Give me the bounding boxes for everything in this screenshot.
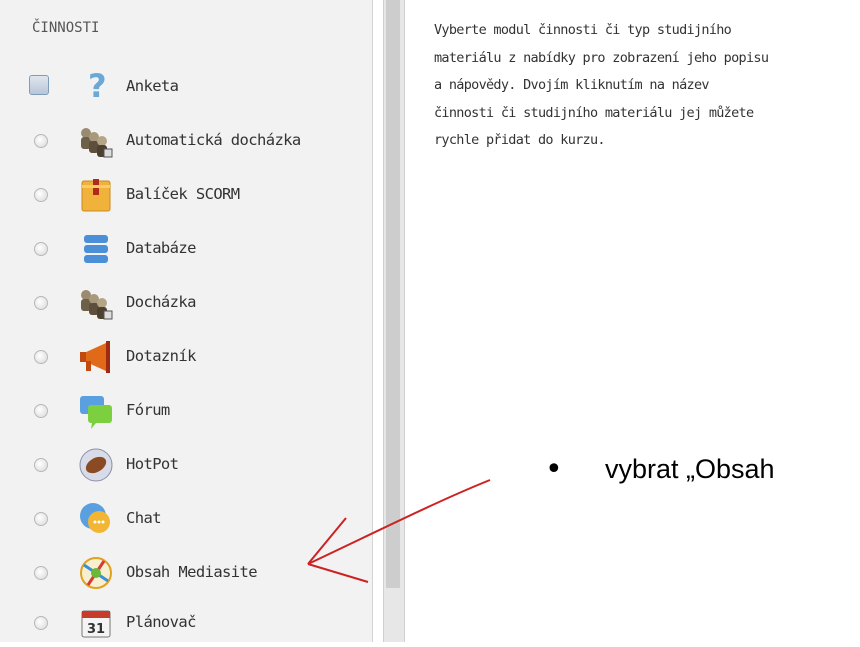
activity-label: Balíček SCORM	[126, 185, 240, 203]
people-icon	[76, 121, 116, 161]
radio-button[interactable]	[34, 458, 48, 472]
activity-label: Docházka	[126, 293, 196, 311]
activity-label: Obsah Mediasite	[126, 563, 258, 581]
help-line: Vyberte modul činnosti či typ studijního	[434, 22, 732, 38]
radio-button[interactable]	[34, 296, 48, 310]
activity-item-obsah-mediasite[interactable]: Obsah Mediasite	[26, 553, 366, 593]
activity-chooser-panel: ČINNOSTI ? Anketa Automatická docházka B…	[0, 0, 373, 642]
activity-item-databaze[interactable]: Databáze	[26, 229, 366, 269]
chat-icon	[76, 499, 116, 539]
megaphone-icon	[76, 337, 116, 377]
activity-label: Databáze	[126, 239, 196, 257]
calendar-icon-number: 31	[87, 622, 105, 637]
radio-button[interactable]	[34, 350, 48, 364]
activity-label: Chat	[126, 509, 162, 527]
help-text: Vyberte modul činnosti či typ studijního…	[434, 17, 860, 155]
activity-label: Dotazník	[126, 347, 196, 365]
activity-label: Plánovač	[126, 613, 196, 631]
activity-item-chat[interactable]: Chat	[26, 499, 366, 539]
people-icon	[76, 283, 116, 323]
activity-label: HotPot	[126, 455, 179, 473]
radio-button[interactable]	[34, 616, 48, 630]
activity-item-planovac[interactable]: 31 Plánovač	[26, 603, 366, 643]
radio-button[interactable]	[34, 242, 48, 256]
question-icon: ?	[76, 67, 116, 107]
radio-button[interactable]	[29, 75, 49, 95]
bullet-marker: •	[545, 452, 563, 487]
activity-label: Anketa	[126, 77, 179, 95]
activity-item-dotaznik[interactable]: Dotazník	[26, 337, 366, 377]
database-icon	[76, 229, 116, 269]
radio-button[interactable]	[34, 566, 48, 580]
activity-label: Fórum	[126, 401, 170, 419]
radio-button[interactable]	[34, 512, 48, 526]
activity-item-forum[interactable]: Fórum	[26, 391, 366, 431]
calendar-icon: 31	[76, 603, 116, 643]
activity-item-balicek-scorm[interactable]: Balíček SCORM	[26, 175, 366, 215]
help-line: činnosti či studijního materiálu jej můž…	[434, 104, 754, 121]
help-line: materiálu z nabídky pro zobrazení jeho p…	[434, 49, 769, 66]
radio-button[interactable]	[34, 404, 48, 418]
annotation-text: vybrat „Obsah	[605, 454, 775, 484]
help-line: rychle přidat do kurzu.	[434, 132, 606, 148]
activity-item-automaticka-dochazka[interactable]: Automatická docházka	[26, 121, 366, 161]
forum-icon	[76, 391, 116, 431]
activity-item-hotpot[interactable]: HotPot	[26, 445, 366, 485]
svg-text:?: ?	[88, 67, 107, 105]
section-title: ČINNOSTI	[32, 20, 100, 36]
vertical-scrollbar[interactable]	[383, 0, 405, 642]
activity-item-dochazka[interactable]: Docházka	[26, 283, 366, 323]
radio-button[interactable]	[34, 188, 48, 202]
package-icon	[76, 175, 116, 215]
activity-label: Automatická docházka	[126, 131, 301, 149]
hotpot-icon	[76, 445, 116, 485]
radio-button[interactable]	[34, 134, 48, 148]
scrollbar-thumb[interactable]	[386, 0, 400, 588]
mediasite-icon	[76, 553, 116, 593]
help-line: a nápovědy. Dvojím kliknutím na název	[434, 77, 710, 93]
activity-item-anketa[interactable]: ? Anketa	[26, 67, 366, 107]
